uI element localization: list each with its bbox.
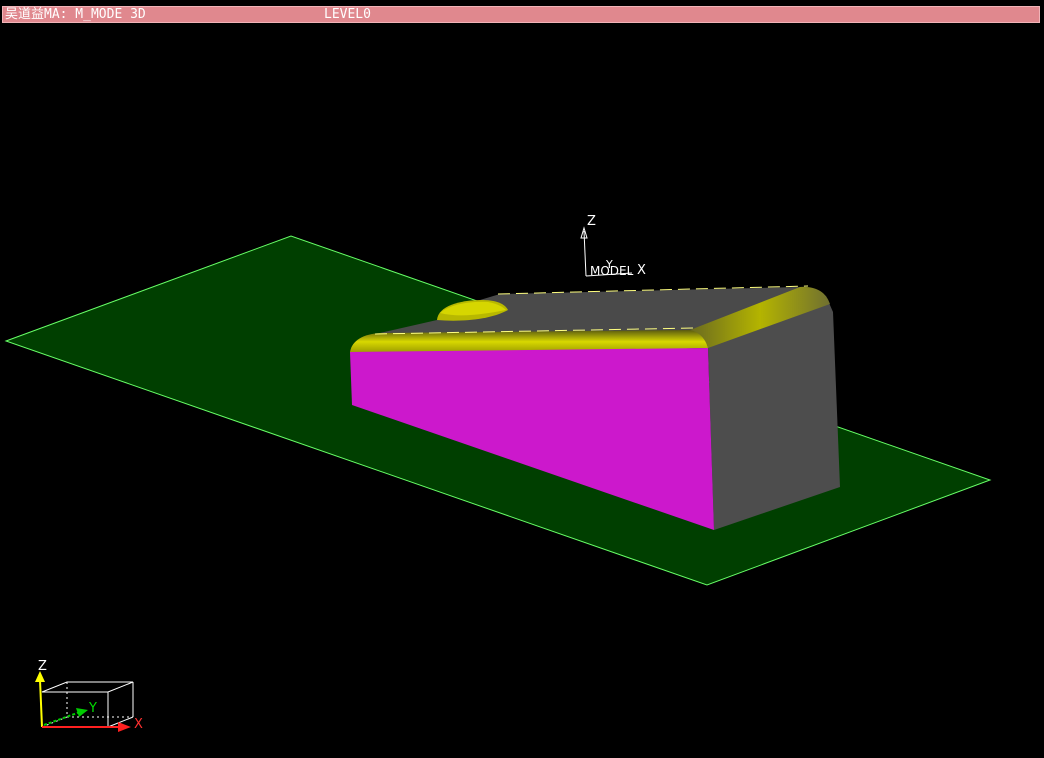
title-bar: 吴道益MA: M_MODE 3D LEVEL0 (2, 6, 1040, 23)
model-axis-z-label: Z (587, 214, 596, 229)
3d-viewport[interactable]: Z Y MODEL X Z Y X (0, 24, 1044, 758)
view-triad: Z Y X (35, 659, 143, 732)
cad-window: 吴道益MA: M_MODE 3D LEVEL0 Z Y MODEL X Z Y … (0, 0, 1044, 758)
model-axis-x-label: X (637, 263, 646, 278)
triad-z-label: Z (38, 659, 47, 674)
level-indicator: LEVEL0 (324, 7, 371, 22)
model-axis: Z Y MODEL X (580, 214, 646, 278)
triad-y-label: Y (88, 701, 97, 716)
model-label: MODEL (590, 264, 634, 278)
window-title: 吴道益MA: M_MODE 3D (5, 7, 146, 22)
triad-x-label: X (134, 717, 143, 732)
